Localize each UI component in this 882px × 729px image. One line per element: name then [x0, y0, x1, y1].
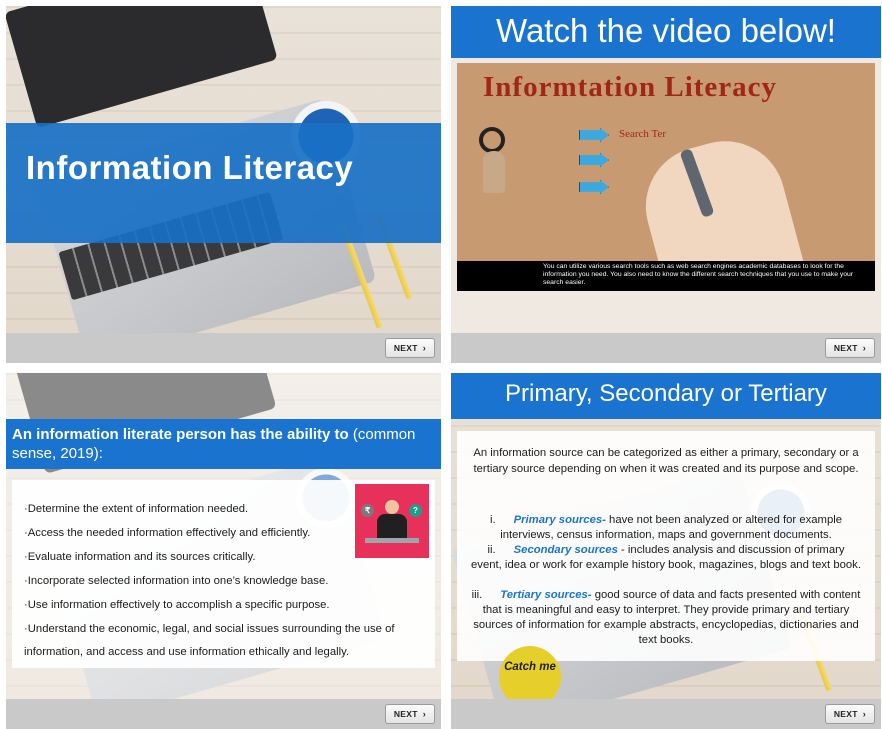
next-label: NEXT: [393, 343, 418, 353]
slide-header: Watch the video below!: [496, 12, 836, 49]
laptop-lid-decoration: [6, 6, 278, 129]
slide-4-stage: Primary, Secondary or Tertiary An inform…: [451, 373, 881, 699]
next-button[interactable]: NEXT ›: [824, 704, 875, 724]
player-footer: NEXT ›: [6, 699, 441, 729]
next-button[interactable]: NEXT ›: [384, 704, 435, 724]
bullet-item: ·Access the needed information effective…: [24, 527, 311, 539]
intro-paragraph: An information source can be categorized…: [473, 447, 859, 475]
bullet-item: ·Determine the extent of information nee…: [24, 503, 249, 515]
heading-bold: An information literate person has the a…: [12, 426, 349, 443]
currency-icon: ₹: [361, 504, 374, 517]
video-player[interactable]: Informtation Literacy Search Ter You can…: [457, 63, 875, 291]
next-button[interactable]: NEXT ›: [384, 338, 435, 358]
slide-4: Primary, Secondary or Tertiary An inform…: [451, 373, 881, 729]
chevron-right-icon: ›: [422, 342, 426, 353]
player-footer: NEXT ›: [451, 699, 881, 729]
slide-2-stage: Watch the video below! Informtation Lite…: [451, 6, 881, 333]
source-item-secondary: ii. Secondary sources - includes analysis…: [471, 543, 861, 573]
businessperson-illustration: ₹ ?: [355, 484, 429, 558]
item-term: Primary sources-: [513, 514, 606, 526]
desk-illustration: [365, 538, 419, 543]
next-label: NEXT: [833, 343, 858, 353]
next-label: NEXT: [833, 709, 858, 719]
figure-illustration: [483, 151, 505, 193]
video-search-term: Search Ter: [619, 128, 666, 140]
slide-title: Primary, Secondary or Tertiary: [505, 380, 827, 407]
person-suit: [377, 514, 407, 540]
slide-1: Information Literacy NEXT ›: [6, 6, 441, 363]
item-term: Tertiary sources-: [500, 589, 592, 601]
item-number: ii.: [487, 544, 496, 556]
slide-title: Information Literacy: [26, 149, 354, 186]
item-number: iii.: [471, 589, 483, 601]
slide-3: An information literate person has the a…: [6, 373, 441, 729]
chevron-right-icon: ›: [862, 342, 866, 353]
magnifier-icon: [479, 127, 505, 153]
chevron-right-icon: ›: [422, 708, 426, 719]
slide-1-stage: Information Literacy: [6, 6, 441, 333]
source-item-tertiary: iii. Tertiary sources- good source of dat…: [471, 588, 861, 648]
player-footer: NEXT ›: [451, 333, 881, 363]
player-footer: NEXT ›: [6, 333, 441, 363]
next-button[interactable]: NEXT ›: [824, 338, 875, 358]
video-caption: You can utilize various search tools suc…: [457, 261, 875, 291]
person-head: [385, 500, 399, 514]
bullet-item: ·Understand the economic, legal, and soc…: [24, 623, 395, 635]
bullet-item: ·Use information effectively to accompli…: [24, 599, 330, 611]
next-label: NEXT: [393, 709, 418, 719]
arrow-icon: [579, 153, 609, 167]
bullet-item: ·Incorporate selected information into o…: [24, 575, 329, 587]
slide-2: Watch the video below! Informtation Lite…: [451, 6, 881, 363]
bullet-item: information, and access and use informat…: [24, 646, 350, 658]
item-number: i.: [489, 514, 496, 526]
arrow-icon: [579, 180, 609, 194]
slide-heading: An information literate person has the a…: [12, 425, 435, 463]
question-icon: ?: [409, 504, 422, 517]
bullet-item: ·Evaluate information and its sources cr…: [24, 551, 256, 563]
chevron-right-icon: ›: [862, 708, 866, 719]
catch-me-button[interactable]: Catch me: [499, 646, 561, 699]
item-term: Secondary sources: [513, 544, 618, 556]
slide-3-stage: An information literate person has the a…: [6, 373, 441, 699]
arrow-icon: [579, 128, 609, 142]
source-item-primary: i. Primary sources- have not been analyze…: [471, 513, 861, 543]
video-title: Informtation Literacy: [483, 71, 778, 103]
